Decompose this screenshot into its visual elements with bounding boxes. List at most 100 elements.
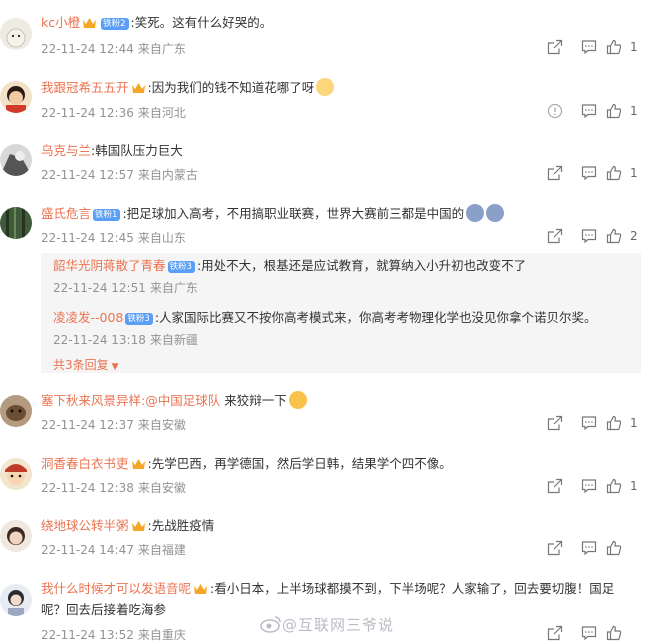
like-icon xyxy=(606,39,622,55)
comment-text: kc小橙 铁粉2:笑死。这有什么好哭的。 xyxy=(41,12,272,34)
avatar[interactable] xyxy=(0,144,32,176)
username[interactable]: kc小橙 xyxy=(41,15,80,30)
location: 来自广东 xyxy=(137,42,186,56)
fan-badge: 铁粉3 xyxy=(125,313,153,325)
comment-icon xyxy=(581,166,597,181)
comment-actions: 1 xyxy=(538,475,646,497)
share-icon xyxy=(547,625,563,641)
comment-icon xyxy=(581,229,597,244)
timestamp: 22-11-24 13:52 xyxy=(41,628,134,642)
share-icon xyxy=(547,165,563,181)
comment-actions: 2 xyxy=(538,225,646,247)
like-count: 1 xyxy=(630,104,638,118)
comment-button[interactable] xyxy=(572,622,606,644)
like-count: 1 xyxy=(630,166,638,180)
comment-button[interactable] xyxy=(572,412,606,434)
comment-meta: 22-11-24 12:38 来自安徽 xyxy=(41,479,186,496)
like-icon xyxy=(606,165,622,181)
share-button[interactable] xyxy=(538,225,572,247)
avatar[interactable] xyxy=(0,18,32,50)
like-button[interactable] xyxy=(606,537,646,559)
comment-text: 盛氏危言 铁粉1:把足球加入高考，不用搞职业联赛，世界大赛前三都是中国的 xyxy=(41,203,505,225)
comment-button[interactable] xyxy=(572,100,606,122)
avatar[interactable] xyxy=(0,458,32,490)
comment-text: 乌克与兰:韩国队压力巨大 xyxy=(41,140,183,162)
comment-actions: 1 xyxy=(538,162,646,184)
location: 来自重庆 xyxy=(137,628,186,642)
timestamp: 22-11-24 12:38 xyxy=(41,481,134,495)
like-icon xyxy=(606,228,622,244)
comment-text: 绕地球公转半粥:先战胜疫情 xyxy=(41,515,214,537)
comment-icon xyxy=(581,626,597,641)
like-button[interactable]: 1 xyxy=(606,475,646,497)
share-button[interactable] xyxy=(538,537,572,559)
avatar[interactable] xyxy=(0,395,32,427)
comment-icon xyxy=(581,416,597,431)
comment-actions: 1 xyxy=(538,412,646,434)
like-button[interactable]: 2 xyxy=(606,225,646,247)
reply-username[interactable]: 凌凌发--008 xyxy=(53,310,123,325)
location: 来自内蒙古 xyxy=(137,168,198,182)
like-button[interactable] xyxy=(606,622,646,644)
comment-actions: 1 xyxy=(538,100,646,122)
crying-emoji-icon xyxy=(486,204,505,222)
comment-body: :因为我们的钱不知道花哪了呀 xyxy=(147,80,315,95)
comment-button[interactable] xyxy=(572,537,606,559)
share-button[interactable] xyxy=(538,412,572,434)
like-button[interactable]: 1 xyxy=(606,100,646,122)
like-count: 1 xyxy=(630,479,638,493)
avatar[interactable] xyxy=(0,207,32,239)
share-button[interactable] xyxy=(538,622,572,644)
avatar[interactable] xyxy=(0,584,32,616)
share-icon xyxy=(547,228,563,244)
comment-meta: 22-11-24 13:52 来自重庆 xyxy=(41,626,186,643)
like-count: 1 xyxy=(630,40,638,54)
reply-body: :人家国际比赛又不按你高考模式来，你高考考物理化学也没见你拿个诺贝尔奖。 xyxy=(154,310,597,325)
comment-text: 塞下秋来风景异样:@中国足球队 来狡辩一下 xyxy=(41,390,307,412)
comment-button[interactable] xyxy=(572,475,606,497)
comment-button[interactable] xyxy=(572,36,606,58)
username[interactable]: 我跟冠希五五开 xyxy=(41,80,129,95)
avatar[interactable] xyxy=(0,81,32,113)
reply-text: 凌凌发--008 铁粉3:人家国际比赛又不按你高考模式来，你高考考物理化学也没见你… xyxy=(53,307,597,326)
location: 来自河北 xyxy=(137,106,186,120)
username[interactable]: 盛氏危言 xyxy=(41,206,91,221)
fan-badge: 铁粉3 xyxy=(167,261,195,273)
share-button[interactable] xyxy=(538,475,572,497)
comment-text: 我跟冠希五五开 :因为我们的钱不知道花哪了呀 xyxy=(41,77,335,99)
location: 来自安徽 xyxy=(137,418,186,432)
comment-icon xyxy=(581,541,597,556)
comment-body: :韩国队压力巨大 xyxy=(91,143,183,158)
crown-icon xyxy=(194,584,208,594)
comment-icon xyxy=(581,40,597,55)
reply-body: :用处不大，根基还是应试教育，就算纳入小升初也改变不了 xyxy=(196,258,527,273)
report-button[interactable] xyxy=(538,100,572,122)
comment-actions xyxy=(538,537,646,559)
username[interactable]: 绕地球公转半粥 xyxy=(41,518,129,533)
comment-icon xyxy=(581,104,597,119)
more-replies-link[interactable]: 共3条回复 ▼ xyxy=(53,356,119,373)
avatar[interactable] xyxy=(0,520,32,552)
mention-link[interactable]: :@中国足球队 xyxy=(141,393,220,408)
comment-meta: 22-11-24 12:45 来自山东 xyxy=(41,229,186,246)
share-icon xyxy=(547,540,563,556)
comment-button[interactable] xyxy=(572,162,606,184)
like-button[interactable]: 1 xyxy=(606,162,646,184)
cat-emoji-icon xyxy=(316,78,335,96)
comment-button[interactable] xyxy=(572,225,606,247)
timestamp: 22-11-24 14:47 xyxy=(41,543,134,557)
share-button[interactable] xyxy=(538,36,572,58)
like-count: 2 xyxy=(630,229,638,243)
like-icon xyxy=(606,540,622,556)
username[interactable]: 洞香春白衣书吏 xyxy=(41,456,129,471)
username[interactable]: 塞下秋来风景异样 xyxy=(41,393,141,408)
share-button[interactable] xyxy=(538,162,572,184)
username[interactable]: 乌克与兰 xyxy=(41,143,91,158)
like-button[interactable]: 1 xyxy=(606,36,646,58)
location: 来自安徽 xyxy=(137,481,186,495)
like-button[interactable]: 1 xyxy=(606,412,646,434)
username[interactable]: 我什么时候才可以发语音呢 xyxy=(41,581,191,596)
share-icon xyxy=(547,415,563,431)
share-icon xyxy=(547,478,563,494)
reply-username[interactable]: 韶华光阴蒋散了青春 xyxy=(53,258,166,273)
